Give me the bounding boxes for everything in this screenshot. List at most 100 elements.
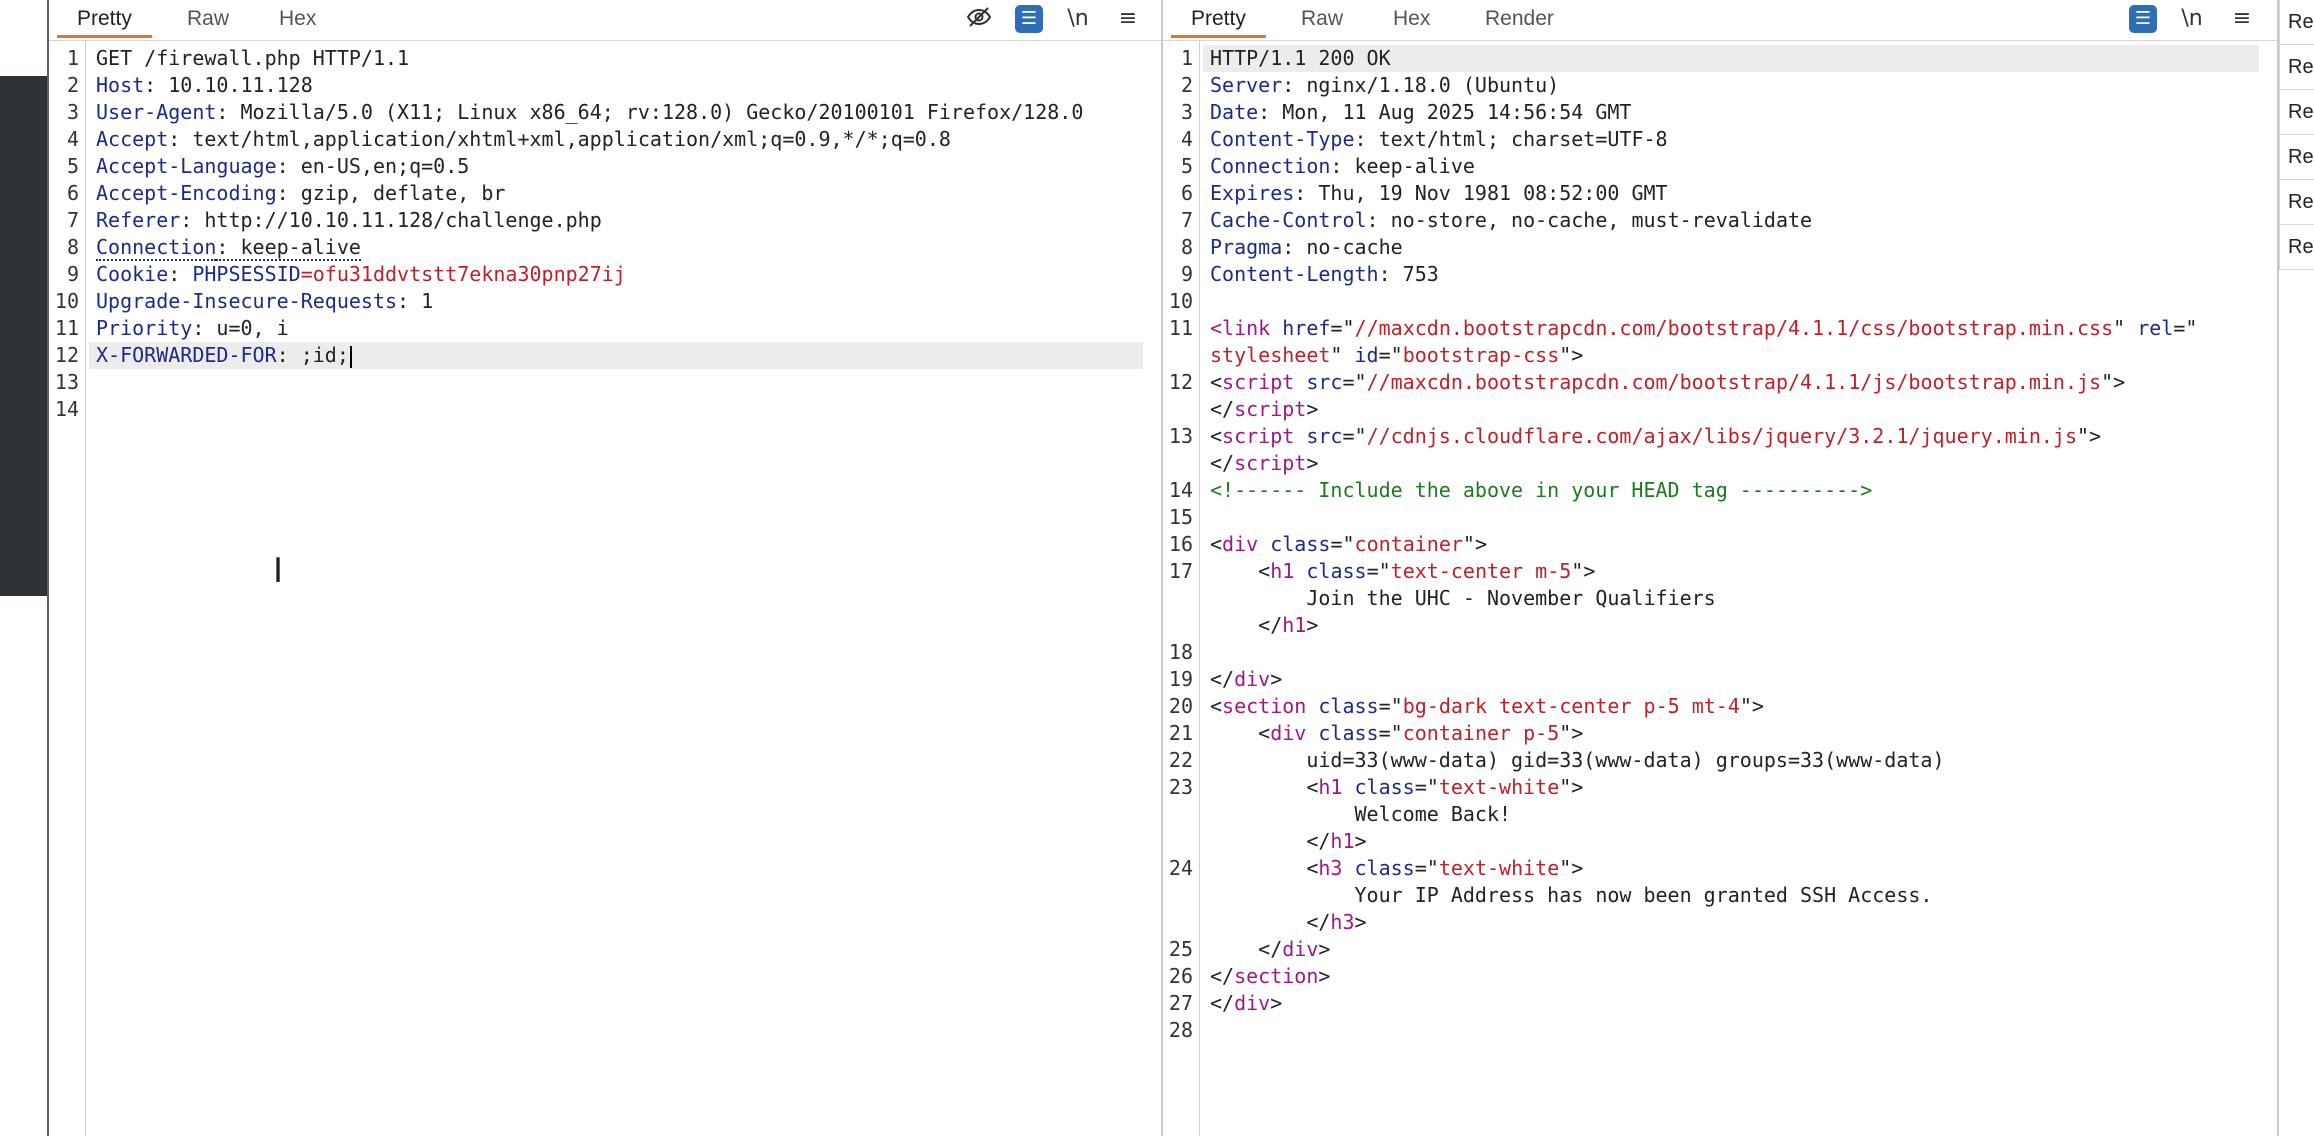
request-tab-raw[interactable]: Raw <box>167 0 249 38</box>
side-panel-item[interactable]: Re <box>2279 225 2314 270</box>
code-line[interactable]: 6 Accept-Encoding: gzip, deflate, br <box>49 180 1161 207</box>
response-tab-pretty[interactable]: Pretty <box>1171 0 1266 38</box>
line-number: 5 <box>1180 154 1193 178</box>
side-panel-item[interactable]: Re <box>2279 135 2314 180</box>
code-line[interactable]: 3 User-Agent: Mozilla/5.0 (X11; Linux x86… <box>49 99 1161 126</box>
side-panel-item[interactable]: Re <box>2279 0 2314 45</box>
code-line[interactable]: 1 GET /firewall.php HTTP/1.1 <box>49 45 1161 72</box>
code-line[interactable]: Welcome Back! <box>1163 801 2277 828</box>
side-panel-item[interactable]: Re <box>2279 180 2314 225</box>
code-line[interactable]: 14 <!------ Include the above in your HEA… <box>1163 477 2277 504</box>
request-editor[interactable]: 1 GET /firewall.php HTTP/1.1 2 Host: 10.10.… <box>49 41 1161 1136</box>
response-code[interactable]: 1 HTTP/1.1 200 OK 2 Server: nginx/1.18.0 (U… <box>1163 45 2277 1044</box>
code-line[interactable]: 2 Server: nginx/1.18.0 (Ubuntu) <box>1163 72 2277 99</box>
code-line[interactable]: 2 Host: 10.10.11.128 <box>49 72 1161 99</box>
code-token: </ <box>1210 613 1283 637</box>
code-line[interactable]: 10 <box>1163 288 2277 315</box>
request-tab-hex[interactable]: Hex <box>259 0 336 38</box>
code-line[interactable]: 6 Expires: Thu, 19 Nov 1981 08:52:00 GMT <box>1163 180 2277 207</box>
response-tab-raw[interactable]: Raw <box>1281 0 1363 38</box>
line-text: stylesheet" id="bootstrap-css"> <box>1210 342 1583 369</box>
code-line[interactable]: 13 <script src="//cdnjs.cloudflare.com/aj… <box>1163 423 2277 450</box>
code-line[interactable]: 4 Accept: text/html,application/xhtml+xml… <box>49 126 1161 153</box>
code-line[interactable]: 3 Date: Mon, 11 Aug 2025 14:56:54 GMT <box>1163 99 2277 126</box>
line-number: 24 <box>1168 856 1193 880</box>
newline-icon[interactable]: \n <box>2177 4 2207 34</box>
wrap-icon[interactable]: ☰ <box>1015 5 1043 33</box>
code-line[interactable]: 10 Upgrade-Insecure-Requests: 1 <box>49 288 1161 315</box>
line-number: 22 <box>1168 748 1193 772</box>
code-line[interactable]: 28 <box>1163 1017 2277 1044</box>
code-token: GET /firewall.php HTTP/1.1 <box>96 46 410 70</box>
code-line[interactable]: 12 <script src="//maxcdn.bootstrapcdn.com… <box>1163 369 2277 396</box>
line-text: </script> <box>1210 450 1318 477</box>
code-token: Accept-Language <box>96 154 277 178</box>
request-tab-pretty[interactable]: Pretty <box>57 0 152 38</box>
code-line[interactable]: </script> <box>1163 396 2277 423</box>
code-line[interactable]: 15 <box>1163 504 2277 531</box>
response-tab-render[interactable]: Render <box>1465 0 1574 38</box>
code-line[interactable]: 9 Cookie: PHPSESSID=ofu31ddvtstt7ekna30pn… <box>49 261 1161 288</box>
code-line[interactable]: 9 Content-Length: 753 <box>1163 261 2277 288</box>
request-code[interactable]: 1 GET /firewall.php HTTP/1.1 2 Host: 10.10.… <box>49 45 1161 423</box>
code-line[interactable]: 8 Connection: keep-alive <box>49 234 1161 261</box>
line-text: X-FORWARDED-FOR: ;id; <box>96 342 352 369</box>
response-editor[interactable]: 1 HTTP/1.1 200 OK 2 Server: nginx/1.18.0 (U… <box>1163 41 2277 1136</box>
line-text: Accept: text/html,application/xhtml+xml,… <box>96 126 951 153</box>
hide-icon[interactable] <box>964 4 994 34</box>
code-token: Accept <box>96 127 169 151</box>
menu-icon[interactable]: ≡ <box>1113 4 1143 34</box>
code-token: Referer <box>96 208 181 232</box>
line-number: 5 <box>66 154 79 178</box>
code-line[interactable]: 27 </div> <box>1163 990 2277 1017</box>
code-line[interactable]: </h1> <box>1163 828 2277 855</box>
code-line[interactable]: Join the UHC - November Qualifiers <box>1163 585 2277 612</box>
code-line[interactable]: 11 <link href="//maxcdn.bootstrapcdn.com/… <box>1163 315 2277 342</box>
code-line[interactable]: 16 <div class="container"> <box>1163 531 2277 558</box>
code-token: Priority <box>96 316 193 340</box>
code-token: </ <box>1210 964 1235 988</box>
code-line[interactable]: 7 Cache-Control: no-store, no-cache, must… <box>1163 207 2277 234</box>
line-number: 7 <box>66 208 79 232</box>
code-line[interactable]: 4 Content-Type: text/html; charset=UTF-8 <box>1163 126 2277 153</box>
menu-icon[interactable]: ≡ <box>2227 4 2257 34</box>
code-line[interactable]: 20 <section class="bg-dark text-center p-… <box>1163 693 2277 720</box>
code-line[interactable]: </h1> <box>1163 612 2277 639</box>
code-line[interactable]: 17 <h1 class="text-center m-5"> <box>1163 558 2277 585</box>
code-token: < <box>1210 721 1271 745</box>
code-line[interactable]: stylesheet" id="bootstrap-css"> <box>1163 342 2277 369</box>
code-line[interactable]: 1 HTTP/1.1 200 OK <box>1163 45 2277 72</box>
code-line[interactable]: 22 uid=33(www-data) gid=33(www-data) gro… <box>1163 747 2277 774</box>
line-text: Cookie: PHPSESSID=ofu31ddvtstt7ekna30pnp… <box>96 261 626 288</box>
code-line[interactable]: 26 </section> <box>1163 963 2277 990</box>
code-line[interactable]: 12 X-FORWARDED-FOR: ;id; <box>49 342 1161 369</box>
code-line[interactable]: 7 Referer: http://10.10.11.128/challenge.… <box>49 207 1161 234</box>
code-line[interactable]: 11 Priority: u=0, i <box>49 315 1161 342</box>
code-line[interactable]: 19 </div> <box>1163 666 2277 693</box>
code-line[interactable]: 24 <h3 class="text-white"> <box>1163 855 2277 882</box>
code-line[interactable]: 25 </div> <box>1163 936 2277 963</box>
code-line[interactable]: </h3> <box>1163 909 2277 936</box>
code-line[interactable]: </script> <box>1163 450 2277 477</box>
line-text: </div> <box>1210 990 1282 1017</box>
code-line[interactable]: 18 <box>1163 639 2277 666</box>
code-token: container <box>1354 532 1463 556</box>
code-line[interactable]: 14 <box>49 396 1161 423</box>
code-line[interactable]: 8 Pragma: no-cache <box>1163 234 2277 261</box>
code-line[interactable]: 13 <box>49 369 1161 396</box>
line-number: 20 <box>1168 694 1193 718</box>
response-tab-hex[interactable]: Hex <box>1373 0 1450 38</box>
code-line[interactable]: 5 Connection: keep-alive <box>1163 153 2277 180</box>
line-text: Accept-Language: en-US,en;q=0.5 <box>96 153 469 180</box>
code-token: HTTP/1.1 200 OK <box>1210 46 1391 70</box>
side-panel-item[interactable]: Re <box>2279 90 2314 135</box>
wrap-icon[interactable]: ☰ <box>2129 5 2157 33</box>
side-panel-item[interactable]: Re <box>2279 45 2314 90</box>
code-line[interactable]: 23 <h1 class="text-white"> <box>1163 774 2277 801</box>
newline-icon[interactable]: \n <box>1063 4 1093 34</box>
code-line[interactable]: 21 <div class="container p-5"> <box>1163 720 2277 747</box>
code-line[interactable]: 5 Accept-Language: en-US,en;q=0.5 <box>49 153 1161 180</box>
code-line[interactable]: Your IP Address has now been granted SSH… <box>1163 882 2277 909</box>
line-number: 15 <box>1168 505 1193 529</box>
line-text: <section class="bg-dark text-center p-5 … <box>1210 693 1764 720</box>
